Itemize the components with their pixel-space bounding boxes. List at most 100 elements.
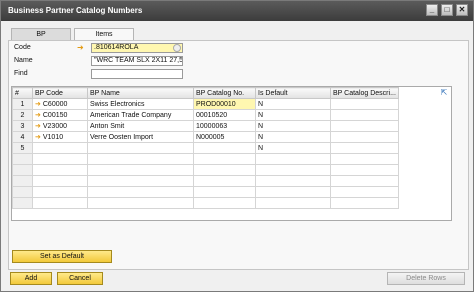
tab-bp[interactable]: BP <box>11 28 71 40</box>
bp-catalog-desc-cell[interactable] <box>330 131 399 143</box>
bp-catalog-no-cell[interactable]: PROD00010 <box>193 98 256 110</box>
empty-cell <box>193 153 256 165</box>
bp-code-cell[interactable]: ➜ C60000 <box>32 98 88 110</box>
empty-cell <box>330 175 399 187</box>
table-row <box>12 164 399 176</box>
cancel-button[interactable]: Cancel <box>57 272 103 285</box>
is-default-cell[interactable]: N <box>255 142 331 154</box>
col-bp-catalog-description[interactable]: BP Catalog Descri... <box>330 87 399 99</box>
catalog-table: # BP Code BP Name BP Catalog No. Is Defa… <box>12 87 399 209</box>
row-number[interactable]: 4 <box>12 131 33 143</box>
link-arrow-icon[interactable]: ➜ <box>35 123 41 130</box>
table-header-row: # BP Code BP Name BP Catalog No. Is Defa… <box>12 87 399 99</box>
link-arrow-icon[interactable]: ➜ <box>35 134 41 141</box>
row-number[interactable]: 1 <box>12 98 33 110</box>
bp-code-value: C00150 <box>42 112 68 119</box>
is-default-cell[interactable]: N <box>255 98 331 110</box>
bp-name-cell[interactable]: Anton Smit <box>87 120 194 132</box>
minimize-button[interactable]: _ <box>426 4 438 16</box>
row-number <box>12 153 33 165</box>
bp-catalog-no-cell[interactable]: 10000063 <box>193 120 256 132</box>
empty-cell <box>255 175 331 187</box>
delete-rows-button[interactable]: Delete Rows <box>387 272 465 285</box>
window-title: Business Partner Catalog Numbers <box>8 6 143 15</box>
empty-cell <box>330 197 399 209</box>
link-arrow-icon[interactable]: ➜ <box>77 44 84 52</box>
bp-catalog-desc-cell[interactable] <box>330 142 399 154</box>
name-field[interactable]: "WRC TEAM SLX 2X11 27,5" <box>91 56 183 66</box>
bp-name-cell[interactable] <box>87 142 194 154</box>
empty-cell <box>330 186 399 198</box>
name-label: Name <box>14 57 33 64</box>
table-row[interactable]: 4 ➜ V1010 Verre Oosten Import N000005 N <box>12 131 399 143</box>
table-row[interactable]: 2 ➜ C00150 American Trade Company 0001052… <box>12 109 399 121</box>
find-label: Find <box>14 70 28 77</box>
maximize-button[interactable]: □ <box>441 4 453 16</box>
table-row <box>12 186 399 198</box>
bp-code-value: V23000 <box>42 123 68 130</box>
is-default-cell[interactable]: N <box>255 120 331 132</box>
items-panel: Code ➜ .810614ROLA Name "WRC TEAM SLX 2X… <box>8 40 469 270</box>
col-is-default[interactable]: Is Default <box>255 87 331 99</box>
row-number[interactable]: 2 <box>12 109 33 121</box>
empty-cell <box>87 197 194 209</box>
bp-code-cell[interactable]: ➜ V1010 <box>32 131 88 143</box>
bp-code-value: C60000 <box>42 101 68 108</box>
code-field[interactable]: .810614ROLA <box>91 43 183 53</box>
catalog-grid[interactable]: ⇱ # BP Code BP Name BP Catalog No. Is De… <box>11 86 452 221</box>
bp-name-cell[interactable]: American Trade Company <box>87 109 194 121</box>
expand-grid-icon[interactable]: ⇱ <box>439 88 449 97</box>
table-row <box>12 197 399 209</box>
row-number[interactable]: 5 <box>12 142 33 154</box>
bp-name-cell[interactable]: Swiss Electronics <box>87 98 194 110</box>
row-number <box>12 197 33 209</box>
bp-catalog-desc-cell[interactable] <box>330 109 399 121</box>
is-default-cell[interactable]: N <box>255 131 331 143</box>
table-row[interactable]: 5 N <box>12 142 399 154</box>
link-arrow-icon[interactable]: ➜ <box>35 112 41 119</box>
bp-catalog-no-cell[interactable]: 00010520 <box>193 109 256 121</box>
link-arrow-icon[interactable]: ➜ <box>35 101 41 108</box>
bp-code-value: V1010 <box>42 134 64 141</box>
row-number[interactable]: 3 <box>12 120 33 132</box>
bp-name-cell[interactable]: Verre Oosten Import <box>87 131 194 143</box>
empty-cell <box>32 153 88 165</box>
table-row <box>12 175 399 187</box>
catalog-numbers-window: Business Partner Catalog Numbers _ □ ✕ B… <box>0 0 474 292</box>
empty-cell <box>193 164 256 176</box>
is-default-cell[interactable]: N <box>255 109 331 121</box>
selection-list-icon[interactable] <box>173 44 181 52</box>
empty-cell <box>255 197 331 209</box>
empty-cell <box>32 197 88 209</box>
empty-cell <box>193 186 256 198</box>
empty-cell <box>87 186 194 198</box>
bp-catalog-desc-cell[interactable] <box>330 98 399 110</box>
find-field[interactable] <box>91 69 183 79</box>
empty-cell <box>87 153 194 165</box>
col-number[interactable]: # <box>12 87 33 99</box>
empty-cell <box>255 153 331 165</box>
bp-code-cell[interactable] <box>32 142 88 154</box>
table-row[interactable]: 1 ➜ C60000 Swiss Electronics PROD00010 N <box>12 98 399 110</box>
set-as-default-button[interactable]: Set as Default <box>12 250 112 263</box>
empty-cell <box>330 164 399 176</box>
bp-code-cell[interactable]: ➜ C00150 <box>32 109 88 121</box>
empty-cell <box>193 175 256 187</box>
bp-catalog-no-cell[interactable] <box>193 142 256 154</box>
col-bp-name[interactable]: BP Name <box>87 87 194 99</box>
table-row[interactable]: 3 ➜ V23000 Anton Smit 10000063 N <box>12 120 399 132</box>
row-number <box>12 186 33 198</box>
close-button[interactable]: ✕ <box>456 4 468 16</box>
col-bp-code[interactable]: BP Code <box>32 87 88 99</box>
bp-code-cell[interactable]: ➜ V23000 <box>32 120 88 132</box>
code-label: Code <box>14 44 31 51</box>
empty-cell <box>330 153 399 165</box>
row-number <box>12 164 33 176</box>
empty-cell <box>87 164 194 176</box>
add-button[interactable]: Add <box>10 272 52 285</box>
col-bp-catalog-no[interactable]: BP Catalog No. <box>193 87 256 99</box>
empty-cell <box>255 164 331 176</box>
bp-catalog-desc-cell[interactable] <box>330 120 399 132</box>
bp-catalog-no-cell[interactable]: N000005 <box>193 131 256 143</box>
title-bar[interactable]: Business Partner Catalog Numbers _ □ ✕ <box>1 1 473 21</box>
